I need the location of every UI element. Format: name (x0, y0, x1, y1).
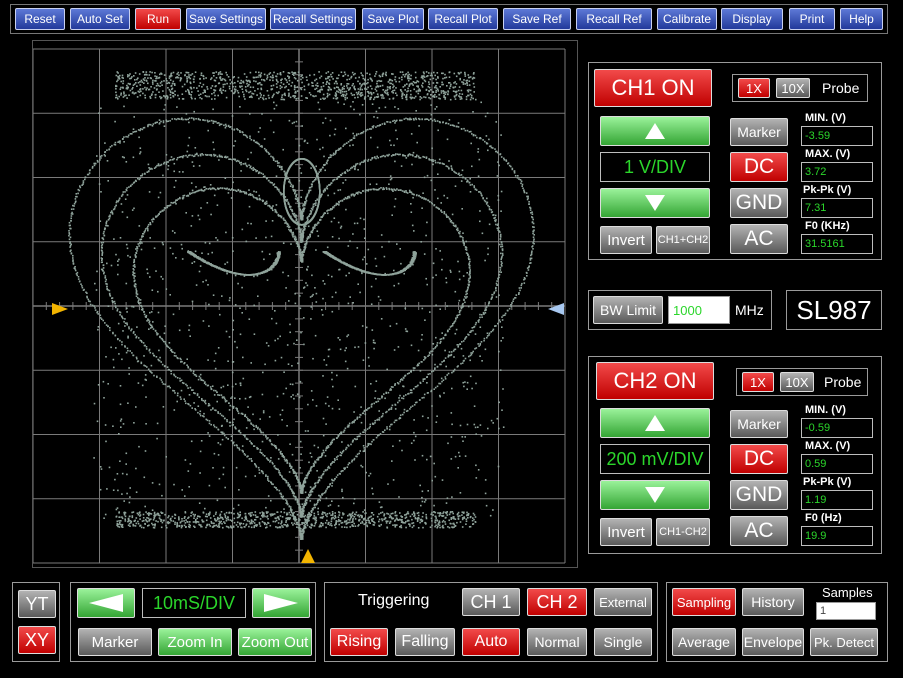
ch2-marker-button[interactable]: Marker (730, 410, 788, 438)
save-settings-button[interactable]: Save Settings (186, 8, 266, 30)
ch2-probe-10x-button[interactable]: 10X (780, 372, 814, 392)
zoom-in-button[interactable]: Zoom In (158, 628, 232, 656)
bw-limit-input[interactable] (668, 296, 730, 324)
auto-set-button[interactable]: Auto Set (70, 8, 130, 30)
ch2-vdiv-up-button[interactable] (600, 408, 710, 438)
ch1-min-value: -3.59 (801, 126, 873, 146)
trigger-auto-button[interactable]: Auto (462, 628, 520, 656)
ch2-vdiv-down-button[interactable] (600, 480, 710, 510)
ch2-math-button[interactable]: CH1-CH2 (656, 518, 710, 546)
ch1-gnd-button[interactable]: GND (730, 188, 788, 218)
arrow-down-icon (645, 195, 665, 211)
ch2-pkpk-value: 1.19 (801, 490, 873, 510)
calibrate-button[interactable]: Calibrate (657, 8, 717, 30)
ch2-max-label: MAX. (V) (805, 440, 851, 452)
ch1-max-value: 3.72 (801, 162, 873, 182)
ch1-on-button[interactable]: CH1 ON (594, 69, 712, 107)
sampling-button[interactable]: Sampling (672, 588, 736, 616)
print-button[interactable]: Print (789, 8, 835, 30)
ch2-vdiv-display: 200 mV/DIV (600, 444, 710, 474)
xy-mode-button[interactable]: XY (18, 626, 56, 654)
ch1-level-marker[interactable] (52, 303, 68, 315)
ch1-marker-button[interactable]: Marker (730, 118, 788, 146)
ch2-min-value: -0.59 (801, 418, 873, 438)
ch1-f0-value: 31.5161 (801, 234, 873, 254)
ch2-f0-value: 19.9 (801, 526, 873, 546)
ch1-min-label: MIN. (V) (805, 112, 846, 124)
samples-input[interactable] (816, 602, 876, 620)
ch1-vdiv-up-button[interactable] (600, 116, 710, 146)
ch2-level-marker[interactable] (548, 303, 564, 315)
envelope-button[interactable]: Envelope (742, 628, 804, 656)
ch1-vdiv-display: 1 V/DIV (600, 152, 710, 182)
ch1-pkpk-value: 7.31 (801, 198, 873, 218)
yt-mode-button[interactable]: YT (18, 590, 56, 618)
ch2-invert-button[interactable]: Invert (600, 518, 652, 546)
ch2-on-button[interactable]: CH2 ON (596, 362, 714, 400)
ch2-f0-label: F0 (Hz) (805, 512, 842, 524)
trigger-ch1-button[interactable]: CH 1 (462, 588, 520, 616)
ch2-max-value: 0.59 (801, 454, 873, 474)
ch2-min-label: MIN. (V) (805, 404, 846, 416)
ch1-pkpk-label: Pk-Pk (V) (803, 184, 852, 196)
bw-unit-label: MHz (735, 302, 764, 318)
history-button[interactable]: History (742, 588, 804, 616)
timebase-left-button[interactable] (77, 588, 135, 618)
arrow-up-icon (645, 415, 665, 431)
ch1-probe-1x-button[interactable]: 1X (738, 78, 770, 98)
ch2-probe-1x-button[interactable]: 1X (742, 372, 774, 392)
ch1-f0-label: F0 (KHz) (805, 220, 850, 232)
ch1-max-label: MAX. (V) (805, 148, 851, 160)
timebase-right-button[interactable] (252, 588, 310, 618)
ch2-dc-button[interactable]: DC (730, 444, 788, 474)
trigger-position-marker[interactable] (301, 549, 315, 563)
save-plot-button[interactable]: Save Plot (362, 8, 424, 30)
run-button[interactable]: Run (135, 8, 181, 30)
zoom-out-button[interactable]: Zoom Out (238, 628, 312, 656)
samples-label: Samples (822, 585, 873, 600)
bw-limit-button[interactable]: BW Limit (593, 296, 663, 324)
pk-detect-button[interactable]: Pk. Detect (810, 628, 878, 656)
scope-graticule (33, 48, 566, 564)
trigger-falling-button[interactable]: Falling (395, 628, 455, 656)
trigger-ch2-button[interactable]: CH 2 (527, 588, 587, 616)
trigger-rising-button[interactable]: Rising (330, 628, 388, 656)
display-button[interactable]: Display (721, 8, 783, 30)
recall-ref-button[interactable]: Recall Ref (576, 8, 652, 30)
ch2-ac-button[interactable]: AC (730, 516, 788, 546)
ch1-vdiv-down-button[interactable] (600, 188, 710, 218)
reset-button[interactable]: Reset (15, 8, 65, 30)
trigger-normal-button[interactable]: Normal (527, 628, 587, 656)
ch1-invert-button[interactable]: Invert (600, 226, 652, 254)
arrow-up-icon (645, 123, 665, 139)
scope-display[interactable] (32, 40, 578, 568)
ch2-pkpk-label: Pk-Pk (V) (803, 476, 852, 488)
ch1-dc-button[interactable]: DC (730, 152, 788, 182)
trigger-single-button[interactable]: Single (594, 628, 652, 656)
timebase-display: 10mS/DIV (142, 588, 246, 618)
trigger-title: Triggering (358, 592, 430, 609)
average-button[interactable]: Average (672, 628, 736, 656)
model-label: SL987 (796, 294, 872, 325)
ch2-gnd-button[interactable]: GND (730, 480, 788, 510)
save-ref-button[interactable]: Save Ref (503, 8, 571, 30)
trigger-external-button[interactable]: External (594, 588, 652, 616)
ch1-ac-button[interactable]: AC (730, 224, 788, 254)
help-button[interactable]: Help (840, 8, 883, 30)
ch2-probe-label: Probe (824, 374, 862, 390)
arrow-left-icon (89, 594, 123, 612)
model-box: SL987 (786, 290, 882, 330)
timebase-marker-button[interactable]: Marker (78, 628, 152, 656)
recall-plot-button[interactable]: Recall Plot (428, 8, 498, 30)
arrow-down-icon (645, 487, 665, 503)
recall-settings-button[interactable]: Recall Settings (270, 8, 356, 30)
arrow-right-icon (264, 594, 298, 612)
ch1-probe-label: Probe (822, 80, 860, 96)
ch1-probe-10x-button[interactable]: 10X (776, 78, 810, 98)
ch1-math-button[interactable]: CH1+CH2 (656, 226, 710, 254)
